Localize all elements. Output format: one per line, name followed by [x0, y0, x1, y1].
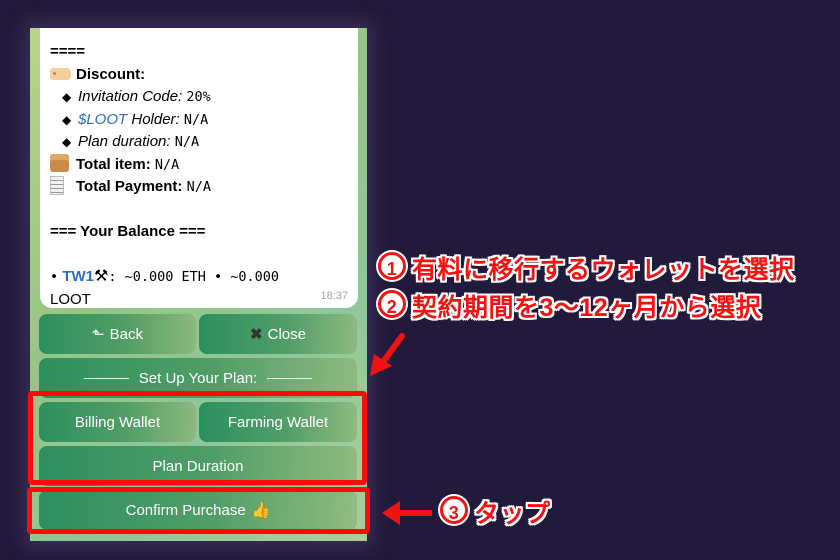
- back-button[interactable]: ⬑ Back: [39, 314, 196, 354]
- divider: [83, 377, 129, 379]
- close-button[interactable]: ✖ Close: [199, 314, 357, 354]
- balance-header: === Your Balance ===: [50, 223, 206, 240]
- wallet-balance-row: • TW1⚒: ~0.000 ETH • ~0.000: [50, 268, 280, 285]
- hammer-and-pick-icon: ⚒: [93, 268, 109, 285]
- return-arrow-icon: ⬑: [92, 326, 105, 343]
- discount-item-loot-holder: ◆ $LOOT Holder: N/A: [50, 109, 348, 132]
- highlight-box-wallet-and-duration: [28, 391, 367, 485]
- separator-line: ====: [50, 43, 86, 60]
- wallet-link[interactable]: TW1: [62, 268, 94, 285]
- close-icon: ✖: [250, 326, 263, 343]
- loot-link[interactable]: $LOOT: [78, 111, 127, 128]
- circled-number-icon: 2: [378, 290, 406, 318]
- discount-item-plan-duration: ◆ Plan duration: N/A: [50, 131, 348, 154]
- receipt-icon: [50, 175, 76, 199]
- circled-number-icon: 1: [378, 252, 406, 280]
- label-tag-icon: [50, 64, 76, 87]
- highlight-box-confirm: [27, 487, 370, 534]
- discount-item-invitation: ◆ Invitation Code: 20%: [50, 86, 348, 109]
- wallet-balance-continuation: LOOT: [50, 290, 91, 308]
- discount-heading: Discount:: [50, 64, 348, 87]
- bullet-icon: ◆: [62, 112, 72, 127]
- circled-number-icon: 3: [440, 496, 468, 524]
- arrow-down-left-icon: [370, 333, 405, 376]
- bullet-icon: •: [50, 269, 59, 285]
- annotation-step-3: 3 タップ: [440, 494, 551, 530]
- arrow-left-icon: [382, 501, 432, 525]
- divider: [267, 377, 313, 379]
- message-timestamp: 18:37: [320, 290, 348, 302]
- total-item-row: Total item: N/A: [50, 153, 348, 177]
- bullet-icon: ◆: [62, 135, 72, 149]
- total-payment-row: Total Payment: N/A: [50, 175, 348, 199]
- package-icon: [50, 153, 76, 177]
- bullet-icon: ◆: [62, 90, 72, 104]
- bot-message-bubble: ==== Discount: ◆ Invitation Code: 20% ◆ $L…: [40, 28, 358, 308]
- annotation-step-2: 2 契約期間を3〜12ヶ月から選択: [378, 288, 761, 324]
- annotation-step-1: 1 有料に移行するウォレットを選択: [378, 250, 795, 286]
